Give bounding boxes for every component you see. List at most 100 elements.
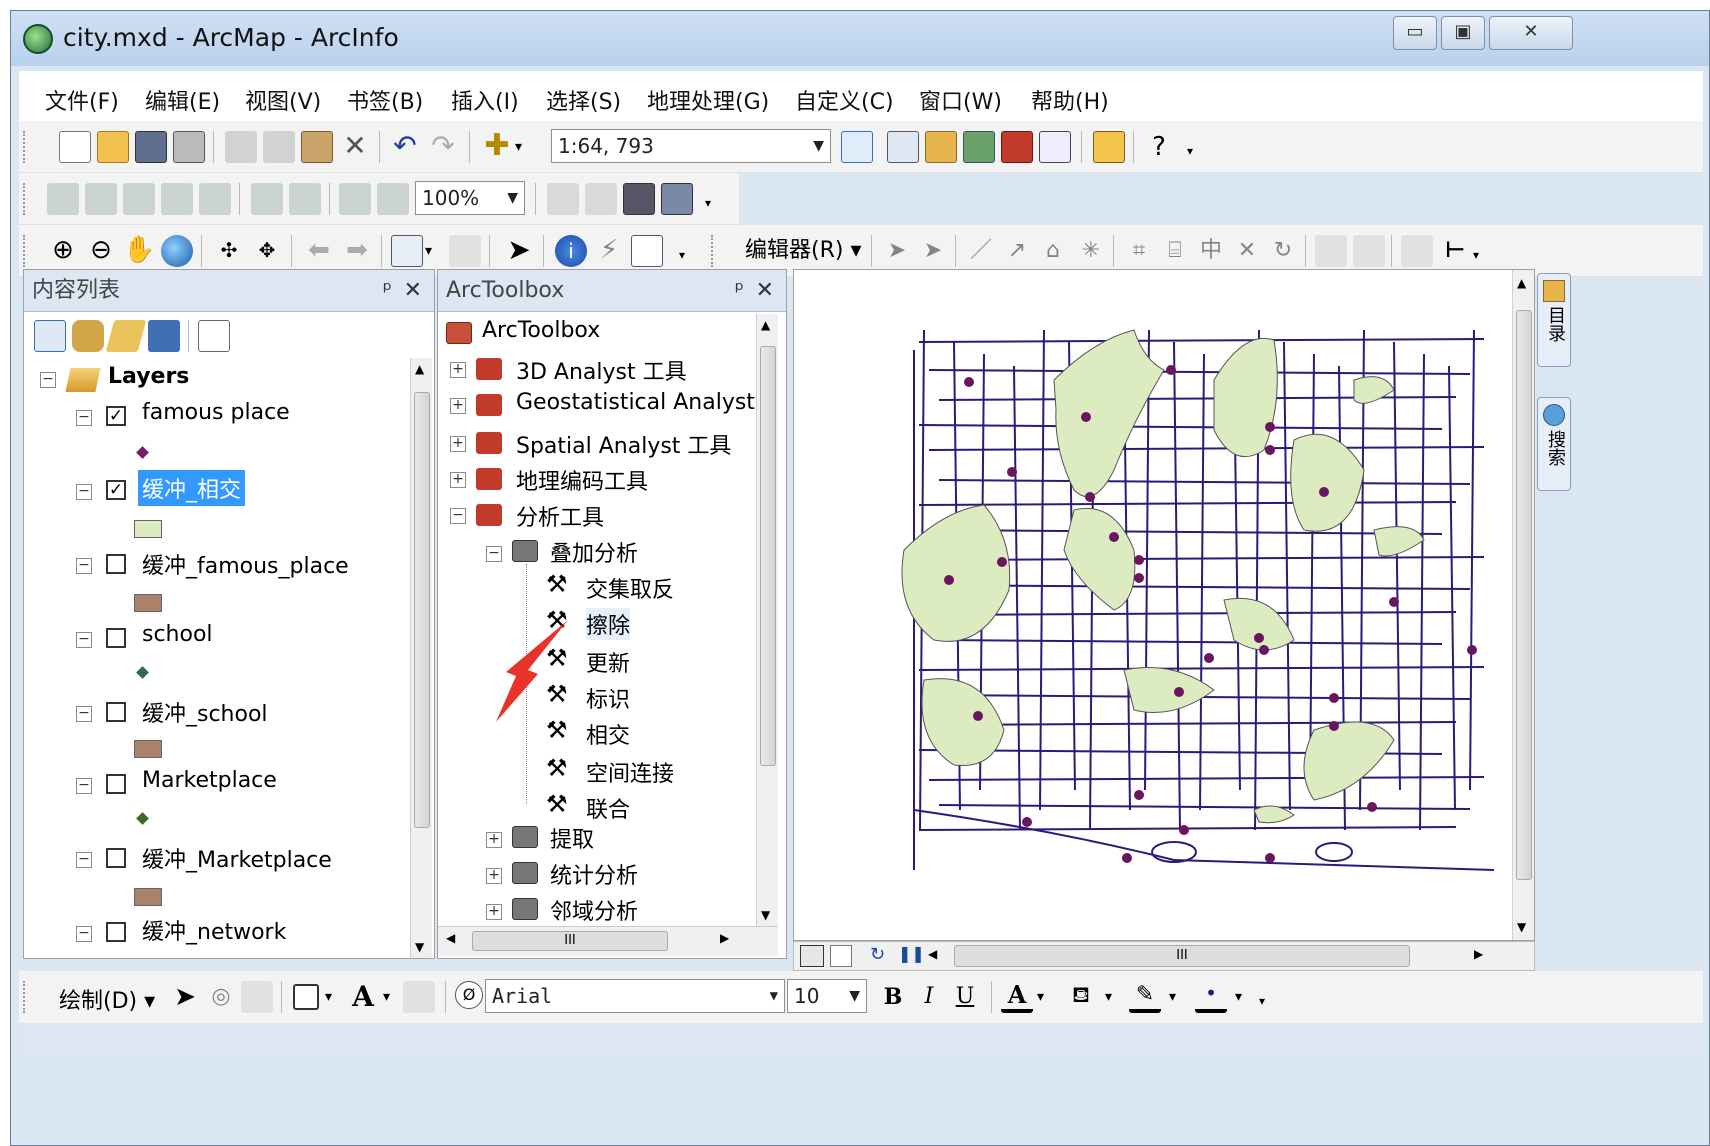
- python-window-icon[interactable]: [1039, 131, 1071, 163]
- tree-node-arctoolbox[interactable]: ArcToolbox: [482, 318, 600, 343]
- table-of-contents-icon[interactable]: [887, 131, 919, 163]
- layer-visibility-checkbox[interactable]: [106, 848, 126, 868]
- go-forward-icon[interactable]: ➡: [341, 235, 373, 267]
- polygon-symbol[interactable]: [134, 594, 162, 612]
- select-elements-arrow-icon[interactable]: ➤: [503, 235, 535, 267]
- catalog-side-tab[interactable]: 目录: [1537, 273, 1571, 367]
- collapse-icon[interactable]: −: [486, 546, 502, 562]
- cut-polygons-icon[interactable]: 中: [1195, 235, 1227, 267]
- menu-customize[interactable]: 自定义(C): [795, 84, 894, 116]
- scroll-up-icon[interactable]: ▲: [415, 362, 424, 376]
- tool-update[interactable]: 更新: [586, 646, 630, 678]
- rectangle-dropdown-icon[interactable]: ▾: [325, 981, 339, 1013]
- tree-node-geostatistical-analyst[interactable]: Geostatistical Analyst: [516, 390, 755, 415]
- tree-node-statistics[interactable]: 统计分析: [550, 858, 638, 890]
- list-by-drawing-order-icon[interactable]: [34, 320, 66, 352]
- print-icon[interactable]: [173, 131, 205, 163]
- toolbar-options-icon[interactable]: ▾: [1473, 235, 1487, 267]
- collapse-icon[interactable]: −: [76, 852, 92, 868]
- expand-icon[interactable]: +: [486, 868, 502, 884]
- change-layout-icon[interactable]: [623, 183, 655, 215]
- font-name-combo[interactable]: Arial ▼: [485, 979, 785, 1013]
- undo-icon[interactable]: ↶: [389, 131, 421, 163]
- expand-icon[interactable]: +: [486, 904, 502, 920]
- scroll-left-icon[interactable]: ◀: [446, 931, 455, 945]
- toolbar-grip[interactable]: [23, 131, 27, 163]
- map-scale-combo[interactable]: 1:64, 793 ▼: [551, 129, 831, 163]
- toolbar-options-icon[interactable]: ▾: [1187, 131, 1201, 163]
- toolbox-horizontal-scrollbar[interactable]: ◀ III ▶: [438, 926, 778, 956]
- refresh-icon[interactable]: ↻: [870, 944, 885, 965]
- zoom-whole-page-icon[interactable]: [161, 183, 193, 215]
- toolbar-grip[interactable]: [23, 981, 27, 1013]
- redo-icon[interactable]: ↷: [427, 131, 459, 163]
- expand-icon[interactable]: +: [450, 436, 466, 452]
- collapse-icon[interactable]: −: [40, 372, 56, 388]
- toolbar-grip[interactable]: [23, 183, 27, 215]
- split-tool-icon[interactable]: ✕: [1231, 235, 1263, 267]
- menu-view[interactable]: 视图(V): [245, 84, 321, 116]
- tree-node-extract[interactable]: 提取: [550, 822, 594, 854]
- focus-data-frame-icon[interactable]: [585, 183, 617, 215]
- html-popup-icon[interactable]: [631, 235, 663, 267]
- font-size-combo[interactable]: 10 ▼: [787, 979, 867, 1013]
- tree-node-geocoding-tools[interactable]: 地理编码工具: [516, 464, 648, 496]
- tool-erase[interactable]: 擦除: [586, 608, 631, 640]
- font-icon[interactable]: Ø: [455, 981, 483, 1009]
- layer-name-buffer-marketplace[interactable]: 缓冲_Marketplace: [142, 842, 332, 874]
- edit-tool-icon[interactable]: ➤: [881, 235, 913, 267]
- menu-edit[interactable]: 编辑(E): [145, 84, 220, 116]
- menu-help[interactable]: 帮助(H): [1031, 84, 1109, 116]
- layout-next-extent-icon[interactable]: [377, 183, 409, 215]
- layer-visibility-checkbox[interactable]: ✓: [106, 406, 126, 426]
- map-canvas[interactable]: [794, 270, 1510, 930]
- collapse-icon[interactable]: −: [76, 926, 92, 942]
- collapse-icon[interactable]: −: [76, 484, 92, 500]
- search-side-tab[interactable]: 搜索: [1537, 397, 1571, 491]
- polygon-symbol[interactable]: [134, 520, 162, 538]
- layer-visibility-checkbox[interactable]: [106, 774, 126, 794]
- edit-vertices-icon[interactable]: [403, 981, 435, 1013]
- select-features-icon[interactable]: [391, 235, 423, 267]
- collapse-icon[interactable]: −: [76, 706, 92, 722]
- end-point-arc-icon[interactable]: ↗: [1001, 235, 1033, 267]
- fill-color-dropdown-icon[interactable]: ▾: [1105, 981, 1119, 1013]
- edit-vertices-icon[interactable]: ⌗: [1123, 235, 1155, 267]
- straight-segment-icon[interactable]: ／: [965, 235, 997, 267]
- expand-icon[interactable]: +: [450, 472, 466, 488]
- search-window-icon[interactable]: [963, 131, 995, 163]
- add-data-icon[interactable]: ✚: [481, 131, 513, 163]
- editor-menu[interactable]: 编辑器(R) ▾: [745, 235, 865, 267]
- scrollbar-thumb[interactable]: [760, 346, 776, 766]
- scroll-up-icon[interactable]: ▲: [1517, 276, 1526, 290]
- scroll-left-icon[interactable]: ◀: [928, 947, 937, 961]
- marker-color-icon[interactable]: •: [1195, 981, 1227, 1013]
- trace-icon[interactable]: ⌂: [1037, 235, 1069, 267]
- menu-geoprocessing[interactable]: 地理处理(G): [647, 84, 769, 116]
- new-text-icon[interactable]: A: [347, 981, 379, 1013]
- fixed-zoom-in-icon[interactable]: [251, 183, 283, 215]
- map-view[interactable]: ▲ ▼: [793, 269, 1535, 941]
- fixed-zoom-out-icon[interactable]: [289, 183, 321, 215]
- toc-scrollbar[interactable]: ▲ ▼: [410, 358, 432, 958]
- layer-visibility-checkbox[interactable]: [106, 922, 126, 942]
- add-data-dropdown-icon[interactable]: ▾: [515, 131, 531, 163]
- underline-button[interactable]: U: [949, 981, 981, 1013]
- copy-icon[interactable]: [263, 131, 295, 163]
- scrollbar-thumb[interactable]: III: [472, 931, 668, 951]
- expand-icon[interactable]: +: [450, 398, 466, 414]
- fill-color-icon[interactable]: ⛾: [1065, 981, 1097, 1013]
- polygon-symbol[interactable]: [134, 888, 162, 906]
- attributes-icon[interactable]: [1315, 235, 1347, 267]
- new-document-icon[interactable]: [59, 131, 91, 163]
- text-dropdown-icon[interactable]: ▾: [383, 981, 397, 1013]
- collapse-icon[interactable]: −: [76, 632, 92, 648]
- line-color-icon[interactable]: ✎: [1129, 981, 1161, 1013]
- hyperlink-lightning-icon[interactable]: ⚡: [593, 235, 625, 267]
- tree-node-3d-analyst[interactable]: 3D Analyst 工具: [516, 354, 687, 386]
- toolbar-options-icon[interactable]: ▾: [1259, 981, 1273, 1013]
- editor-toolbar-icon[interactable]: [841, 131, 873, 163]
- draw-menu[interactable]: 绘制(D) ▾: [59, 983, 155, 1015]
- open-folder-icon[interactable]: [97, 131, 129, 163]
- list-by-visibility-icon[interactable]: [105, 320, 147, 352]
